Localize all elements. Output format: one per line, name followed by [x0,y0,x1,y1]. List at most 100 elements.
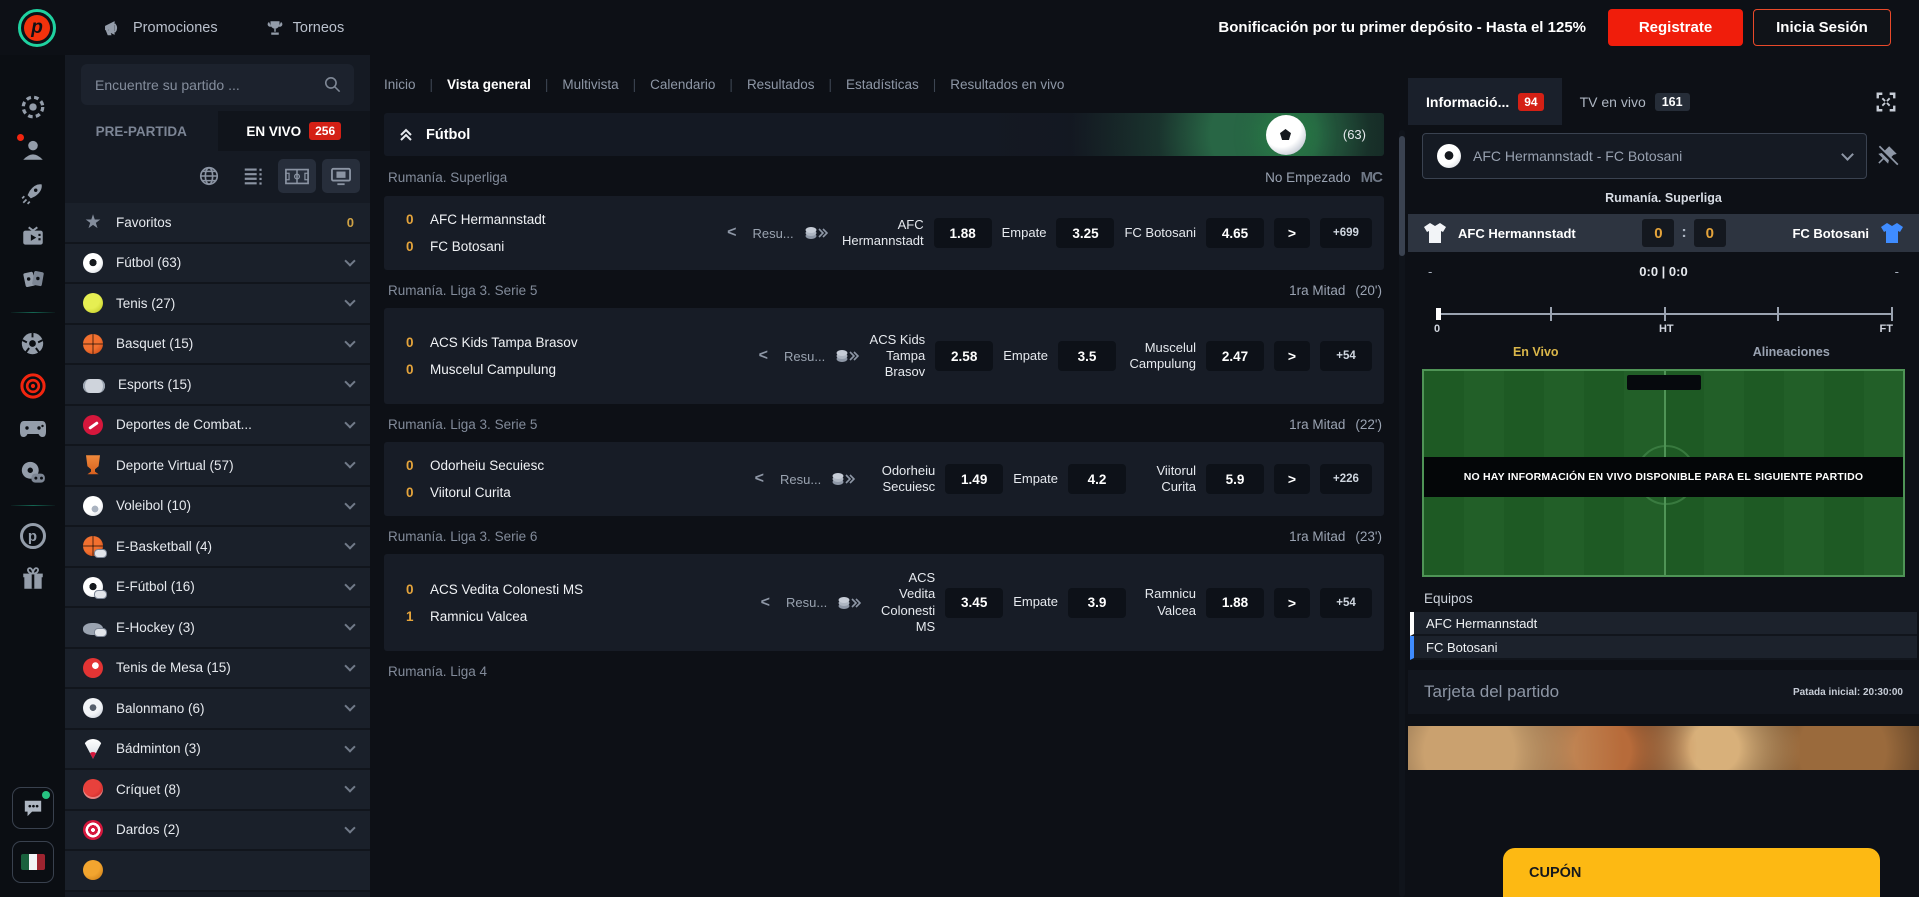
next-market-button[interactable]: > [1274,464,1310,494]
match-teams[interactable]: 0 Odorheiu Secuiesc 0 Viitorul Curita [384,458,644,500]
brand-logo[interactable]: p [18,8,56,47]
odds-button-home[interactable]: 1.49 [945,464,1004,494]
market-category[interactable]: Resu... [780,472,821,487]
support-chat-button[interactable] [11,787,54,829]
odds-button-away[interactable]: 5.9 [1206,464,1264,494]
sidebar-item-dardos[interactable]: Dardos (2) [65,810,370,851]
region-view-button[interactable] [190,159,228,193]
sidebar-item-combate[interactable]: Deportes de Combat... [65,405,370,446]
sidebar-item-e-basketball[interactable]: E-Basketball (4) [65,527,370,568]
nav-estadisticas[interactable]: Estadísticas [846,77,919,92]
odds-button-away[interactable]: 2.47 [1206,341,1264,371]
more-markets-button[interactable]: +54 [1320,587,1372,618]
prev-market-chevron[interactable]: < [755,594,776,612]
tv-games-icon[interactable] [19,222,47,250]
language-selector-button[interactable] [11,841,54,883]
tab-tv-en-vivo[interactable]: TV en vivo 161 [1562,78,1708,125]
odds-button-away[interactable]: 4.65 [1206,218,1264,248]
live-dealer-icon[interactable] [16,134,47,164]
match-teams[interactable]: 0 ACS Vedita Colonesti MS 1 Ramnicu Valcea [384,582,644,624]
chevron-down-icon [344,781,356,793]
odds-button-away[interactable]: 1.88 [1206,587,1264,618]
tab-informacion[interactable]: Informació... 94 [1408,78,1562,125]
poker-cards-icon[interactable] [19,265,47,293]
virtual-sports-icon[interactable] [19,458,47,486]
prev-market-chevron[interactable]: < [753,347,774,365]
more-markets-button[interactable]: +699 [1320,218,1372,248]
sidebar-item-virtual[interactable]: Deporte Virtual (57) [65,446,370,487]
search-icon[interactable] [323,75,342,94]
nav-resultados-en-vivo[interactable]: Resultados en vivo [950,77,1064,92]
sidebar-item-favorites[interactable]: ★ Favoritos 0 [65,203,370,244]
match-selector-dropdown[interactable]: AFC Hermannstadt - FC Botosani [1422,133,1899,179]
team-row-away[interactable]: FC Botosani [1410,636,1917,660]
sidebar-item-badminton[interactable]: Bádminton (3) [65,729,370,770]
tab-live[interactable]: EN VIVO 256 [217,111,370,151]
tab-prematch[interactable]: PRE-PARTIDA [65,111,218,151]
odds-button-home[interactable]: 3.45 [945,587,1004,618]
sidebar-item-criquet[interactable]: Críquet (8) [65,770,370,811]
live-betting-icon[interactable] [19,372,47,400]
market-category[interactable]: Resu... [786,595,827,610]
odds-button-draw[interactable]: 3.5 [1058,341,1116,371]
nav-calendario[interactable]: Calendario [650,77,715,92]
next-market-button[interactable]: > [1274,587,1310,618]
nav-vista-general[interactable]: Vista general [447,77,531,92]
odds-button-home[interactable]: 2.58 [935,341,994,371]
odds-button-draw[interactable]: 3.9 [1068,587,1126,618]
promotions-link[interactable]: Promociones [104,19,218,37]
sidebar-item-esports[interactable]: Esports (15) [65,365,370,406]
nav-resultados[interactable]: Resultados [747,77,815,92]
next-market-button[interactable]: > [1274,341,1310,371]
aviator-rocket-icon[interactable] [19,179,47,207]
next-market-button[interactable]: > [1274,218,1310,248]
sidebar-item-voleibol[interactable]: Voleibol (10) [65,486,370,527]
casino-icon[interactable] [19,93,47,121]
main-scrollbar-thumb[interactable] [1399,136,1405,256]
fullscreen-icon[interactable] [1869,90,1903,114]
tournaments-link[interactable]: Torneos [266,19,344,37]
market-category[interactable]: Resu... [784,349,825,364]
pinup-brand-icon[interactable]: p [19,522,47,550]
market-category[interactable]: Resu... [752,226,793,241]
promo-banner-image[interactable] [1408,726,1919,770]
register-button[interactable]: Registrate [1608,9,1743,46]
esports-section-icon[interactable] [19,415,47,443]
team-row-home[interactable]: AFC Hermannstadt [1410,612,1917,636]
sidebar-item-basquet[interactable]: Basquet (15) [65,324,370,365]
sidebar-item-partial[interactable] [65,851,370,892]
match-card-title: Tarjeta del partido [1424,682,1560,701]
sidebar-item-tenis[interactable]: Tenis (27) [65,284,370,325]
nav-multivista[interactable]: Multivista [562,77,618,92]
subtab-en-vivo[interactable]: En Vivo [1408,345,1664,359]
nav-inicio[interactable]: Inicio [384,77,416,92]
sidebar-item-balonmano[interactable]: Balonmano (6) [65,689,370,730]
combat-sports-icon [83,414,103,435]
gift-bonus-icon[interactable] [19,565,47,593]
prev-market-chevron[interactable]: < [721,224,742,242]
unpin-icon[interactable] [1868,142,1906,170]
match-teams[interactable]: 0 AFC Hermannstadt 0 FC Botosani [384,212,644,254]
odds-button-draw[interactable]: 3.25 [1056,218,1115,248]
pitch-view-button[interactable] [278,159,316,193]
sidebar-item-futbol[interactable]: Fútbol (63) [65,243,370,284]
list-view-button[interactable] [234,159,272,193]
odds-button-draw[interactable]: 4.2 [1068,464,1126,494]
odds-button-home[interactable]: 1.88 [933,218,992,248]
sidebar-item-e-hockey[interactable]: E-Hockey (3) [65,608,370,649]
more-markets-button[interactable]: +226 [1320,464,1372,494]
match-teams[interactable]: 0 ACS Kids Tampa Brasov 0 Muscelul Campulu… [384,335,644,377]
multiview-button[interactable] [322,159,360,193]
collapse-chevrons-icon[interactable] [398,127,414,143]
prev-market-chevron[interactable]: < [749,470,770,488]
subtab-alineaciones[interactable]: Alineaciones [1664,345,1919,359]
coupon-button[interactable]: CUPÓN [1503,848,1880,897]
sport-header-banner[interactable]: Fútbol (63) [384,113,1384,156]
sidebar-item-e-futbol[interactable]: E-Fútbol (16) [65,567,370,608]
sidebar-item-tenis-de-mesa[interactable]: Tenis de Mesa (15) [65,648,370,689]
chevron-down-icon [344,457,356,469]
more-markets-button[interactable]: +54 [1320,341,1372,371]
search-input[interactable] [93,75,323,94]
login-button[interactable]: Inicia Sesión [1753,9,1891,46]
sports-icon[interactable] [19,329,47,357]
